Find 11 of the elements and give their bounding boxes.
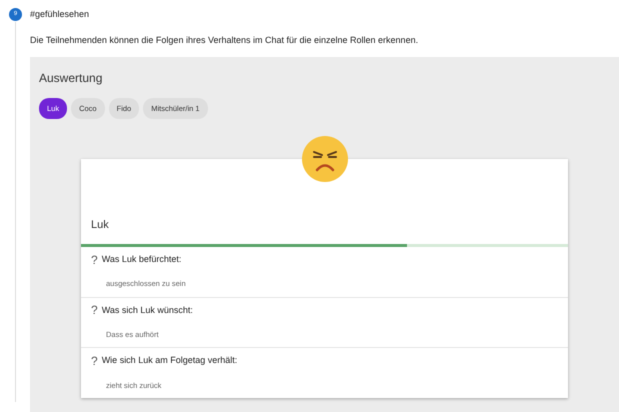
- question-icon: ?: [91, 304, 98, 316]
- card-name: Luk: [91, 218, 109, 234]
- question-text: Was sich Luk wünscht:: [102, 304, 193, 316]
- question-icon: ?: [91, 355, 98, 367]
- description-text: Die Teilnehmenden können die Folgen ihres Verhaltens im Chat für die einzelne Rollen erkennen.: [30, 34, 420, 47]
- step-title: #gefühlesehen: [30, 8, 90, 21]
- angry-face-icon: [300, 135, 348, 184]
- question-icon: ?: [91, 254, 98, 266]
- question-text: Wie sich Luk am Folgetag verhält:: [102, 354, 238, 368]
- panel-title: Auswertung: [39, 70, 104, 87]
- question-text: Was Luk befürchtet:: [102, 252, 182, 266]
